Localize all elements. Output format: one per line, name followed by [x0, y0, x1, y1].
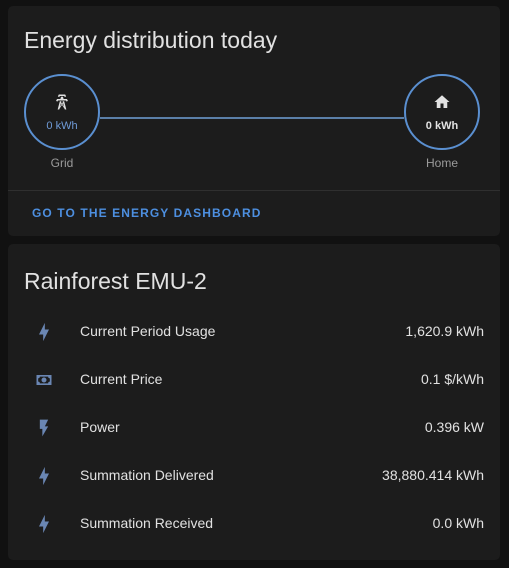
card-title: Rainforest EMU-2 [24, 268, 207, 294]
home-label: Home [425, 156, 458, 170]
lightning-bolt-icon [34, 466, 54, 486]
entity-name: Summation Received [80, 515, 214, 531]
entity-value: 0.0 kWh [432, 515, 484, 531]
transmission-tower-icon [53, 93, 71, 120]
entity-name: Power [80, 419, 120, 435]
home-icon [433, 93, 451, 120]
entity-row-current-period-usage[interactable]: Current Period Usage 1,620.9 kWh [8, 308, 500, 356]
entity-row-current-price[interactable]: Current Price 0.1 $/kWh [8, 356, 500, 404]
grid-node[interactable]: 0 kWh [24, 74, 100, 150]
entity-value: 1,620.9 kWh [405, 323, 484, 339]
grid-label: Grid [50, 156, 74, 170]
entity-row-summation-received[interactable]: Summation Received 0.0 kWh [8, 500, 500, 548]
card-title: Energy distribution today [24, 27, 278, 53]
entity-row-power[interactable]: Power 0.396 kW [8, 404, 500, 452]
cash-icon [34, 370, 54, 390]
lightning-bolt-icon [34, 322, 54, 342]
card-divider [8, 190, 500, 191]
device-entities-card: Rainforest EMU-2 Current Period Usage 1,… [8, 244, 500, 560]
grid-value: 0 kWh [46, 119, 78, 132]
entity-row-summation-delivered[interactable]: Summation Delivered 38,880.414 kWh [8, 452, 500, 500]
energy-dashboard-link[interactable]: GO TO THE ENERGY DASHBOARD [32, 206, 262, 220]
entity-value: 38,880.414 kWh [382, 467, 484, 483]
lightning-bolt-icon [34, 514, 54, 534]
home-value: 0 kWh [425, 119, 459, 132]
entity-value: 0.1 $/kWh [420, 371, 484, 387]
entity-name: Current Period Usage [80, 323, 216, 339]
home-node[interactable]: 0 kWh [404, 74, 480, 150]
entity-name: Summation Delivered [80, 467, 214, 483]
entity-name: Current Price [80, 371, 163, 387]
entity-value: 0.396 kW [424, 419, 484, 435]
energy-distribution-card: Energy distribution today 0 kWh Grid 0 k… [8, 6, 500, 236]
grid-to-home-flow-line [100, 117, 404, 119]
flash-icon [34, 418, 54, 438]
